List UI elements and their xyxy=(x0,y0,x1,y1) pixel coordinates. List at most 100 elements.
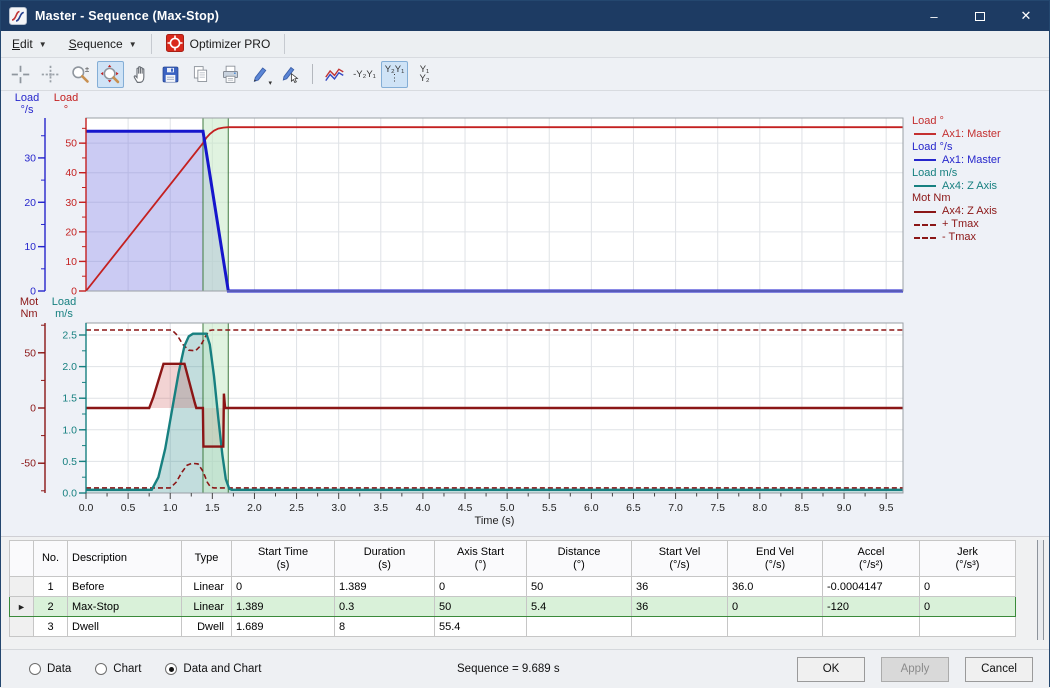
column-header-jerk[interactable]: Jerk (°/s³) xyxy=(919,540,1016,577)
copy-icon[interactable] xyxy=(187,61,214,88)
zoom-extents-icon[interactable] xyxy=(97,60,124,88)
svg-text:6.5: 6.5 xyxy=(626,502,641,514)
table-row[interactable]: 1 Before Linear 0 1.389 0 50 36 36.0 -0.0004147 0 xyxy=(9,576,1016,597)
table-cell[interactable]: 50 xyxy=(526,576,632,597)
table-cell[interactable]: -0.0004147 xyxy=(822,576,920,597)
radio-chart[interactable]: Chart xyxy=(95,663,141,675)
table-cell[interactable]: Linear xyxy=(181,576,232,597)
app-icon xyxy=(9,7,27,25)
table-cell[interactable]: 8 xyxy=(334,616,435,637)
column-header-type[interactable]: Type xyxy=(181,540,232,577)
table-cell[interactable]: 36 xyxy=(631,576,728,597)
axis-title-load-ms: Load m/s xyxy=(51,296,77,320)
row-selector-cell[interactable]: ► xyxy=(9,596,34,617)
svg-text:4.5: 4.5 xyxy=(458,502,473,514)
table-cell[interactable]: 1.389 xyxy=(231,596,335,617)
table-cell[interactable]: 55.4 xyxy=(434,616,527,637)
axes-ratio-icon[interactable]: Y₁ Y₂ xyxy=(411,61,438,88)
cancel-button[interactable]: Cancel xyxy=(965,656,1033,682)
table-cell[interactable]: 0 xyxy=(231,576,335,597)
legend-line-swatch xyxy=(914,133,936,136)
dialog-buttons: OK Apply Cancel xyxy=(797,656,1033,682)
table-cell[interactable]: 36.0 xyxy=(727,576,823,597)
menu-edit[interactable]: Edit ▼ xyxy=(1,31,58,57)
column-header-accel[interactable]: Accel (°/s²) xyxy=(822,540,920,577)
legend-entry: Ax4: Z Axis xyxy=(912,205,1001,218)
table-scrollbar[interactable] xyxy=(1037,540,1044,640)
pan-icon[interactable] xyxy=(127,61,154,88)
zoom-mode-icon[interactable]: ± xyxy=(67,61,94,88)
table-cell[interactable] xyxy=(727,616,823,637)
table-cell[interactable]: 1 xyxy=(33,576,68,597)
svg-text:40: 40 xyxy=(65,167,77,179)
table-cell[interactable]: Before xyxy=(67,576,182,597)
column-header-description[interactable]: Description xyxy=(67,540,182,577)
table-cell[interactable] xyxy=(822,616,920,637)
overlay-charts-icon[interactable] xyxy=(321,61,348,88)
row-selector-cell[interactable] xyxy=(9,616,34,637)
row-selector-cell[interactable] xyxy=(9,576,34,597)
svg-text:6.0: 6.0 xyxy=(584,502,599,514)
table-cell[interactable]: Dwell xyxy=(67,616,182,637)
svg-text:-50: -50 xyxy=(21,458,36,470)
tracker-delta-icon[interactable] xyxy=(37,61,64,88)
table-cell[interactable]: 0 xyxy=(919,576,1016,597)
svg-text:8.5: 8.5 xyxy=(795,502,810,514)
svg-text:20: 20 xyxy=(65,226,77,238)
column-header-duration[interactable]: Duration (s) xyxy=(334,540,435,577)
legend-entry: + Tmax xyxy=(912,218,1001,231)
minimize-button[interactable]: – xyxy=(911,1,957,31)
axis-title-load-s: Load °/s xyxy=(14,92,40,116)
table-cell[interactable]: 36 xyxy=(631,596,728,617)
table-cell[interactable] xyxy=(526,616,632,637)
table-cell[interactable]: Dwell xyxy=(181,616,232,637)
column-header-end-vel[interactable]: End Vel (°/s) xyxy=(727,540,823,577)
maximize-button[interactable] xyxy=(957,1,1003,31)
table-row[interactable]: 3 Dwell Dwell 1.689 8 55.4 xyxy=(9,616,1016,637)
close-button[interactable]: ✕ xyxy=(1003,1,1049,31)
column-header-no-[interactable]: No. xyxy=(33,540,68,577)
radio-data[interactable]: Data xyxy=(29,663,71,675)
print-icon[interactable] xyxy=(217,61,244,88)
ok-button[interactable]: OK xyxy=(797,656,865,682)
table-cell[interactable]: 2 xyxy=(33,596,68,617)
column-header-start-vel[interactable]: Start Vel (°/s) xyxy=(631,540,728,577)
radio-button-icon xyxy=(165,663,178,675)
column-header-start-time[interactable]: Start Time (s) xyxy=(231,540,335,577)
axis-title-mot-nm: Mot Nm xyxy=(19,296,39,320)
table-cell[interactable]: Max-Stop xyxy=(67,596,182,617)
axes-stacked-icon[interactable]: Y₂Y₁ ⋮ xyxy=(381,60,408,88)
table-cell[interactable] xyxy=(919,616,1016,637)
legend-dashed-line-swatch xyxy=(914,223,936,226)
column-header-distance[interactable]: Distance (°) xyxy=(526,540,632,577)
table-cell[interactable]: 0 xyxy=(727,596,823,617)
table-row[interactable]: ► 2 Max-Stop Linear 1.389 0.3 50 5.4 36 0 -120 0 xyxy=(9,596,1016,617)
table-cell[interactable]: 0 xyxy=(434,576,527,597)
table-cell[interactable]: 0 xyxy=(919,596,1016,617)
table-cell[interactable]: Linear xyxy=(181,596,232,617)
save-icon[interactable] xyxy=(157,61,184,88)
table-cell[interactable]: 50 xyxy=(434,596,527,617)
radio-data-and-chart[interactable]: Data and Chart xyxy=(165,663,261,675)
chart-panel: 0 10 20 30 40 50 0 10 20 30 0.0 0.5 1.0 1.5 2.0 2.5 -50 0… xyxy=(1,91,1049,536)
table-cell[interactable]: -120 xyxy=(822,596,920,617)
table-cell[interactable]: 1.689 xyxy=(231,616,335,637)
table-cell[interactable]: 0.3 xyxy=(334,596,435,617)
svg-text:50: 50 xyxy=(24,347,36,359)
menu-sequence[interactable]: Sequence ▼ xyxy=(58,31,148,57)
apply-button[interactable]: Apply xyxy=(881,656,949,682)
svg-text:10: 10 xyxy=(65,256,77,268)
column-header-axis-start[interactable]: Axis Start (°) xyxy=(434,540,527,577)
table-cell[interactable]: 1.389 xyxy=(334,576,435,597)
axes-overlap-icon[interactable]: -Y₂Y₁ xyxy=(351,61,378,88)
tracker-icon[interactable] xyxy=(7,61,34,88)
table-cell[interactable] xyxy=(631,616,728,637)
sequence-charts[interactable]: 0102030405001020300.00.51.01.52.02.5-500… xyxy=(1,91,1050,536)
edit-pointer-icon[interactable] xyxy=(277,61,304,88)
legend-entry: Ax4: Z Axis xyxy=(912,180,1001,193)
edit-pencil-icon[interactable]: ▾ xyxy=(247,61,274,88)
table-cell[interactable]: 5.4 xyxy=(526,596,632,617)
table-cell[interactable]: 3 xyxy=(33,616,68,637)
sequence-table[interactable]: No. Description Type Start Time (s) Duration(… xyxy=(9,540,1016,637)
optimizer-pro-button[interactable]: Optimizer PRO xyxy=(155,31,282,57)
